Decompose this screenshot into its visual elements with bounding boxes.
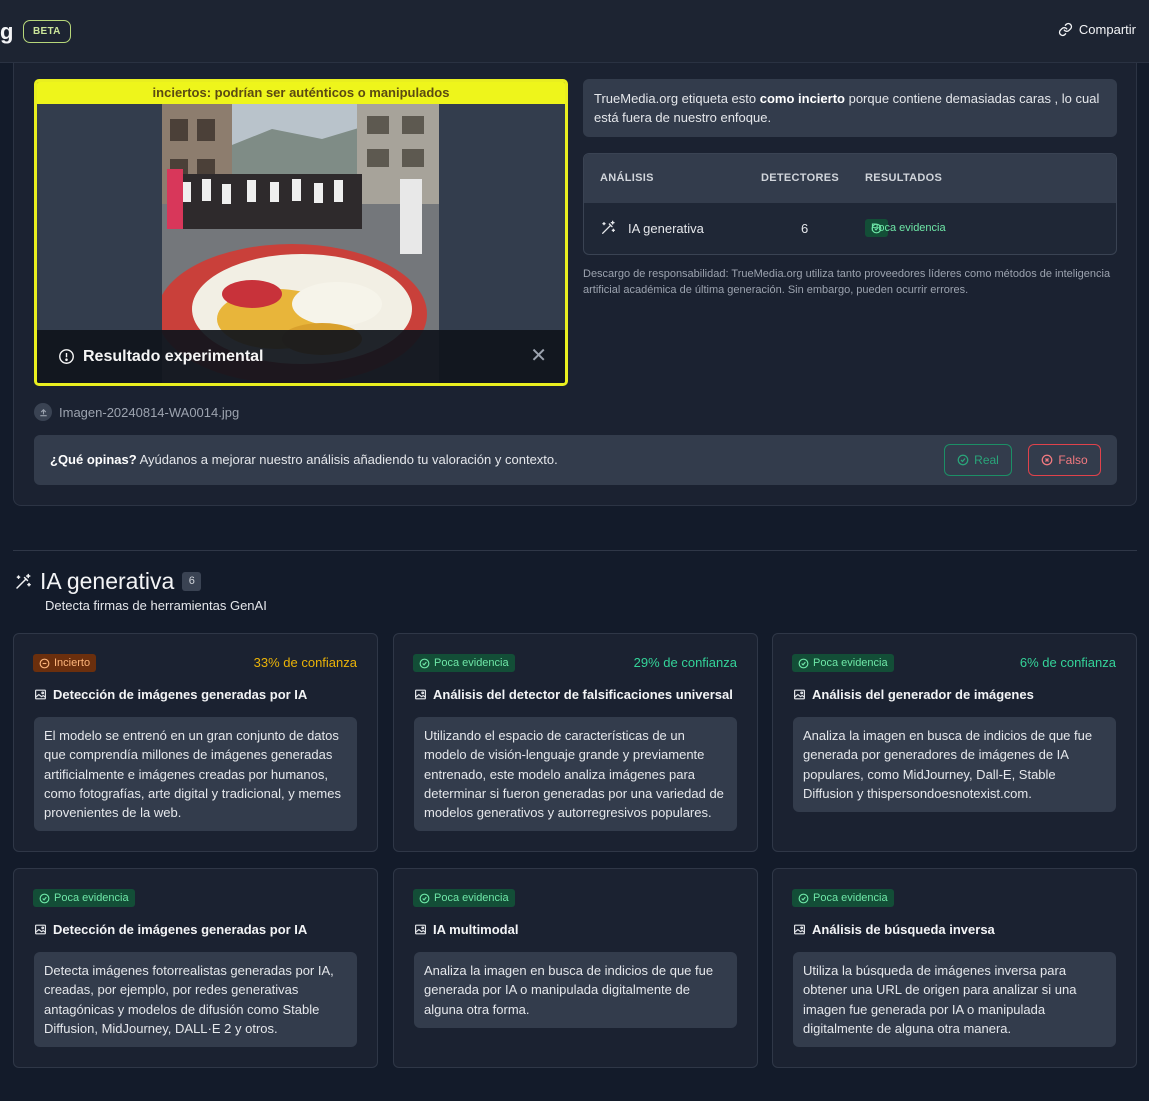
experimental-result-bar: Resultado experimental ✕ xyxy=(37,330,565,383)
status-badge-label: Poca evidencia xyxy=(434,892,509,904)
detector-card: Poca evidencia IA multimodal Analiza la … xyxy=(393,868,758,1068)
share-button[interactable]: Compartir xyxy=(1058,22,1136,37)
beta-badge: BETA xyxy=(23,20,71,43)
detector-title-text: Análisis del detector de falsificaciones… xyxy=(433,687,733,702)
image-icon xyxy=(794,689,805,700)
feedback-question: ¿Qué opinas? xyxy=(50,452,137,467)
detector-title-text: Análisis de búsqueda inversa xyxy=(812,922,995,937)
check-circle-icon xyxy=(957,454,969,466)
confidence-value: 6% de confianza xyxy=(1019,655,1116,670)
table-row[interactable]: IA generativa 6 Poca evidencia xyxy=(584,203,1116,254)
detector-title: Análisis del detector de falsificaciones… xyxy=(414,687,733,702)
magic-wand-icon xyxy=(600,220,616,239)
check-circle-icon xyxy=(798,893,809,903)
confidence-value: 33% de confianza xyxy=(253,655,357,670)
image-icon xyxy=(415,689,426,700)
minus-circle-icon xyxy=(39,658,50,668)
brand-name[interactable]: g xyxy=(0,19,13,45)
summary-text-1: TrueMedia.org etiqueta esto xyxy=(594,91,760,106)
magic-wand-icon xyxy=(16,573,31,589)
results-table: ANÁLISIS DETECTORES RESULTADOS IA genera… xyxy=(583,153,1117,255)
detector-description: Utiliza la búsqueda de imágenes inversa … xyxy=(793,952,1116,1048)
real-button-label: Real xyxy=(974,453,999,467)
detector-title: Detección de imágenes generadas por IA xyxy=(34,687,307,702)
status-badge: Poca evidencia xyxy=(792,889,894,907)
section-heading: IA generativa 6 xyxy=(14,568,202,595)
feedback-prompt: ¿Qué opinas? Ayúdanos a mejorar nuestro … xyxy=(50,452,558,467)
fake-button[interactable]: Falso xyxy=(1028,444,1101,476)
detector-title: Detección de imágenes generadas por IA xyxy=(34,922,307,937)
detector-title-text: IA multimodal xyxy=(433,922,519,937)
verdict-summary: TrueMedia.org etiqueta esto como inciert… xyxy=(583,79,1117,137)
detector-card: Poca evidencia Análisis de búsqueda inve… xyxy=(772,868,1137,1068)
row-analysis: IA generativa xyxy=(628,221,704,236)
feedback-text: Ayúdanos a mejorar nuestro análisis añad… xyxy=(136,452,558,467)
fake-button-label: Falso xyxy=(1058,453,1088,467)
close-icon[interactable]: ✕ xyxy=(530,346,547,366)
status-badge-label: Poca evidencia xyxy=(813,892,888,904)
link-icon xyxy=(1058,22,1072,37)
status-badge-label: Poca evidencia xyxy=(871,222,946,234)
detector-description: Utilizando el espacio de características… xyxy=(414,717,737,832)
table-header: ANÁLISIS DETECTORES RESULTADOS xyxy=(584,154,1116,203)
row-detectors: 6 xyxy=(801,221,809,236)
detector-title: Análisis de búsqueda inversa xyxy=(793,922,995,937)
detector-card: Poca evidencia 29% de confianza Análisis… xyxy=(393,633,758,852)
check-circle-icon xyxy=(39,893,50,903)
detector-count-badge: 6 xyxy=(182,572,202,591)
feedback-bar: ¿Qué opinas? Ayúdanos a mejorar nuestro … xyxy=(34,435,1117,485)
section-divider xyxy=(13,550,1137,551)
detector-description: Detecta imágenes fotorrealistas generada… xyxy=(34,952,357,1048)
detector-title-text: Detección de imágenes generadas por IA xyxy=(53,922,308,937)
status-badge: Poca evidencia xyxy=(413,889,515,907)
detector-card: Poca evidencia 6% de confianza Análisis … xyxy=(772,633,1137,852)
upload-icon xyxy=(34,403,52,421)
detector-description: Analiza la imagen en busca de indicios d… xyxy=(793,717,1116,813)
media-preview-card: inciertos: podrían ser auténticos o mani… xyxy=(34,79,568,386)
file-name: Imagen-20240814-WA0014.jpg xyxy=(59,404,240,420)
column-header-analysis: ANÁLISIS xyxy=(600,172,654,184)
status-badge-label: Poca evidencia xyxy=(813,657,888,669)
detector-title-text: Análisis del generador de imágenes xyxy=(812,687,1034,702)
detector-card: Poca evidencia Detección de imágenes gen… xyxy=(13,868,378,1068)
file-name-row: Imagen-20240814-WA0014.jpg xyxy=(34,403,239,421)
image-icon xyxy=(35,689,46,700)
status-badge: Incierto xyxy=(33,654,97,672)
column-header-results: RESULTADOS xyxy=(865,172,943,184)
image-icon xyxy=(35,924,46,935)
detector-description: Analiza la imagen en busca de indicios d… xyxy=(414,952,737,1028)
status-badge: Poca evidencia xyxy=(33,889,135,907)
column-header-detectors: DETECTORES xyxy=(761,172,839,184)
real-button[interactable]: Real xyxy=(944,444,1012,476)
status-badge-label: Incierto xyxy=(54,657,91,669)
check-circle-icon xyxy=(419,658,430,668)
x-circle-icon xyxy=(1041,454,1053,466)
info-circle-icon xyxy=(59,349,74,364)
summary-emphasis: como incierto xyxy=(759,91,845,106)
experimental-label: Resultado experimental xyxy=(83,347,264,365)
check-circle-icon xyxy=(419,893,430,903)
detector-card: Incierto 33% de confianza Detección de i… xyxy=(13,633,378,852)
status-badge: Poca evidencia xyxy=(792,654,894,672)
detector-title: Análisis del generador de imágenes xyxy=(793,687,1034,702)
image-icon xyxy=(794,924,805,935)
status-badge: Poca evidencia xyxy=(413,654,515,672)
top-bar: g BETA Compartir xyxy=(0,0,1149,63)
detector-title-text: Detección de imágenes generadas por IA xyxy=(53,687,308,702)
detector-title: IA multimodal xyxy=(414,922,518,937)
detector-description: El modelo se entrenó en un gran conjunto… xyxy=(34,717,357,832)
status-badge-label: Poca evidencia xyxy=(54,892,129,904)
verdict-banner: inciertos: podrían ser auténticos o mani… xyxy=(37,82,565,104)
disclaimer: Descargo de responsabilidad: TrueMedia.o… xyxy=(583,268,1111,296)
share-label: Compartir xyxy=(1078,22,1136,37)
status-badge-label: Poca evidencia xyxy=(434,657,509,669)
status-badge: Poca evidencia xyxy=(865,219,946,237)
section-subtitle: Detecta firmas de herramientas GenAI xyxy=(45,598,267,613)
section-title: IA generativa xyxy=(40,568,175,594)
analysis-panel: inciertos: podrían ser auténticos o mani… xyxy=(13,63,1137,506)
image-icon xyxy=(415,924,426,935)
confidence-value: 29% de confianza xyxy=(633,655,737,670)
check-circle-icon xyxy=(798,658,809,668)
